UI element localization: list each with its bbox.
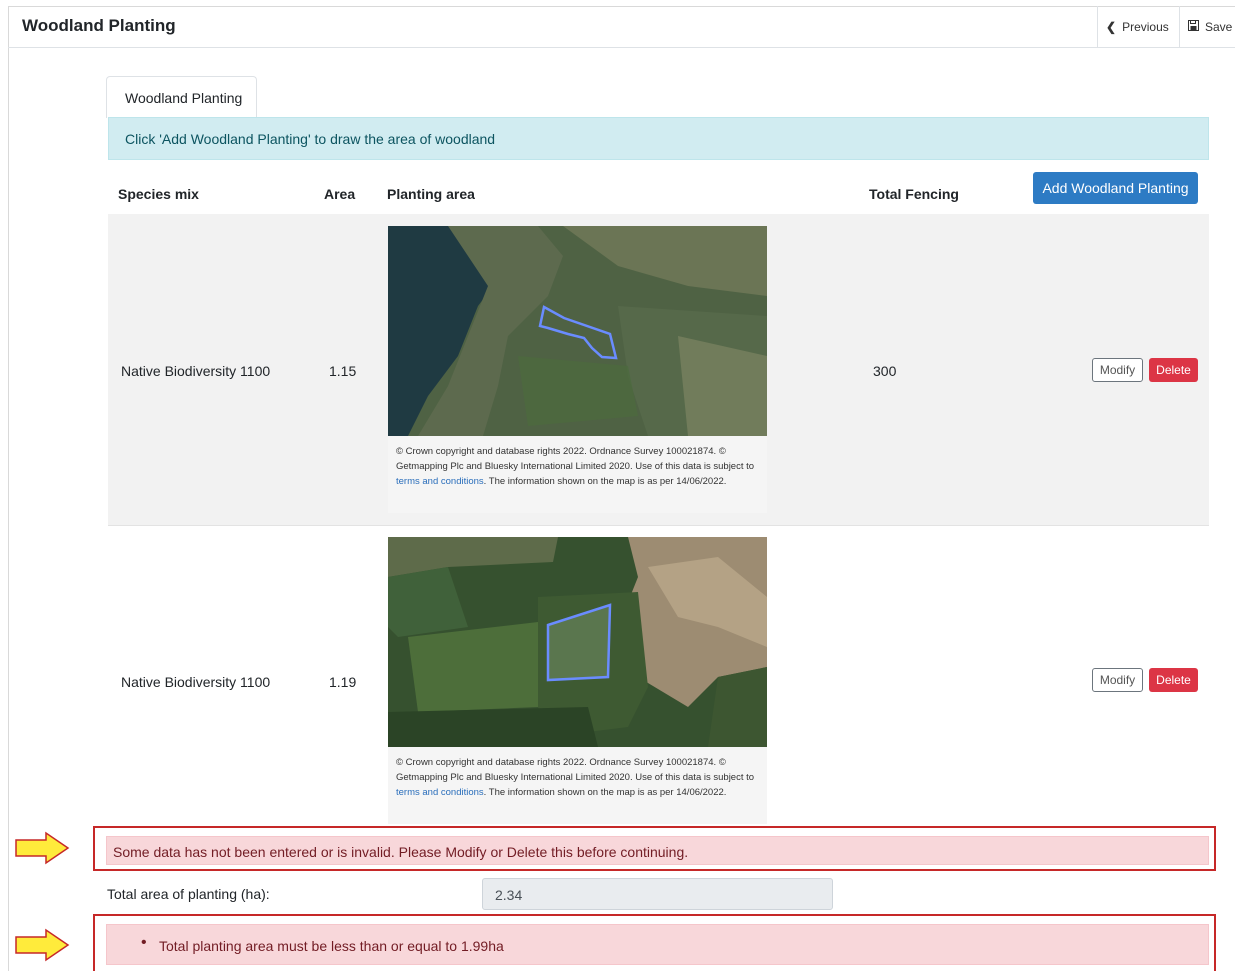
map-copyright-caption: © Crown copyright and database rights 20… bbox=[388, 747, 767, 824]
total-fencing-cell: 300 bbox=[873, 363, 897, 379]
arrow-right-icon bbox=[15, 928, 70, 962]
caption-text-end: . The information shown on the map is as… bbox=[483, 476, 727, 487]
total-area-field: 2.34 bbox=[482, 878, 833, 910]
save-button[interactable]: Save bbox=[1179, 6, 1235, 47]
total-area-label: Total area of planting (ha): bbox=[107, 886, 270, 902]
area-cell: 1.19 bbox=[329, 674, 357, 690]
map-copyright-caption: © Crown copyright and database rights 20… bbox=[388, 436, 767, 513]
modify-button[interactable]: Modify bbox=[1092, 358, 1143, 382]
floppy-disk-icon bbox=[1188, 19, 1199, 34]
chevron-left-icon: ❮ bbox=[1106, 19, 1117, 34]
column-header-total-fencing: Total Fencing bbox=[869, 186, 959, 202]
delete-button[interactable]: Delete bbox=[1149, 668, 1198, 692]
terms-and-conditions-link[interactable]: terms and conditions bbox=[396, 787, 484, 798]
terms-and-conditions-link[interactable]: terms and conditions bbox=[396, 476, 484, 487]
add-woodland-planting-button[interactable]: Add Woodland Planting bbox=[1033, 172, 1198, 204]
previous-label: Previous bbox=[1122, 19, 1169, 34]
planting-area-map bbox=[388, 226, 767, 436]
column-header-area: Area bbox=[324, 186, 356, 202]
caption-text: © Crown copyright and database rights 20… bbox=[396, 446, 755, 472]
column-header-species-mix: Species mix bbox=[118, 186, 199, 202]
delete-button[interactable]: Delete bbox=[1149, 358, 1198, 382]
error-highlight-box bbox=[93, 914, 1216, 971]
page-header: Woodland Planting ❮ Previous Save bbox=[8, 6, 1235, 48]
save-label: Save bbox=[1205, 19, 1233, 34]
error-highlight-box bbox=[93, 826, 1216, 871]
species-mix-cell: Native Biodiversity 1100 bbox=[121, 363, 271, 379]
info-message: Click 'Add Woodland Planting' to draw th… bbox=[108, 117, 1209, 160]
caption-text-end: . The information shown on the map is as… bbox=[483, 787, 727, 798]
planting-area-map bbox=[388, 537, 767, 747]
column-header-planting-area: Planting area bbox=[387, 186, 475, 202]
previous-button[interactable]: ❮ Previous bbox=[1097, 6, 1179, 47]
page-title: Woodland Planting bbox=[22, 16, 176, 35]
caption-text: © Crown copyright and database rights 20… bbox=[396, 757, 755, 783]
arrow-right-icon bbox=[15, 831, 70, 865]
tab-woodland-planting[interactable]: Woodland Planting bbox=[106, 76, 257, 118]
modify-button[interactable]: Modify bbox=[1092, 668, 1143, 692]
species-mix-cell: Native Biodiversity 1100 bbox=[121, 674, 271, 690]
area-cell: 1.15 bbox=[329, 363, 357, 379]
